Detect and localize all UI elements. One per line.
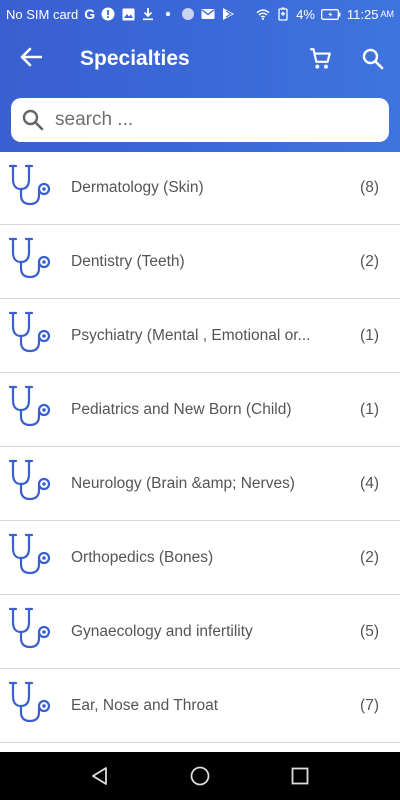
mail-icon [201,7,215,21]
wifi-icon [256,7,270,21]
status-bar: No SIM card G 4% 11:25 AM [0,0,400,28]
specialty-name: Dermatology (Skin) [71,179,204,196]
list-item-orthopedics[interactable]: Orthopedics (Bones) (2) [0,521,400,595]
specialty-name: Orthopedics (Bones) [71,548,214,566]
search-button[interactable] [358,44,388,74]
stethoscope-icon [8,681,51,723]
specialty-name: Pediatrics and New Born (Child) [71,400,292,418]
alert-icon [101,7,115,21]
clock-time: 11:25 [346,6,379,22]
app-header: No SIM card G 4% 11:25 AM Specialties se… [0,0,400,152]
search-input[interactable] [53,108,357,132]
doctor-count: (5) [360,622,379,640]
download-icon [141,7,155,21]
list-item-gynaecology[interactable]: Gynaecology and infertility (5) [0,595,400,669]
battery-percent: 4% [296,6,315,22]
search-box[interactable] [11,98,389,142]
specialty-name: Psychiatry (Mental , Emotional or... [71,326,311,344]
arrow-back-icon [20,47,42,67]
specialty-name: Neurology (Brain &amp; Nerves) [71,474,295,492]
circle-icon [181,7,195,21]
stethoscope-icon [8,607,51,649]
battery-icon [320,7,341,21]
doctor-count: (4) [360,474,379,492]
list-item-pediatrics[interactable]: Pediatrics and New Born (Child) (1) [0,373,400,447]
specialty-name: Gynaecology and infertility [71,622,253,640]
specialty-name: Ear, Nose and Throat [71,696,219,714]
doctor-count: (1) [360,400,379,418]
battery-saver-icon [276,7,290,21]
nav-back-button[interactable] [88,764,112,788]
nav-home-button[interactable] [188,764,212,788]
stethoscope-icon [8,533,51,575]
list-item-psychiatry[interactable]: Psychiatry (Mental , Emotional or... (1) [0,299,400,373]
doctor-count: (7) [360,696,379,714]
list-item-dentistry[interactable]: Dentistry (Teeth) (2) [0,225,400,299]
play-store-icon [221,7,235,21]
doctor-count: (2) [360,252,379,270]
dot-icon [161,7,175,21]
doctor-count: (8) [360,179,379,196]
stethoscope-icon [8,385,51,427]
carrier-text: No SIM card [6,6,79,22]
search-field-icon [22,109,44,131]
list-item-ent[interactable]: Ear, Nose and Throat (7) [0,669,400,743]
clock-ampm: AM [380,9,395,19]
stethoscope-icon [8,459,51,501]
square-recents-icon [291,767,309,785]
system-nav-bar [0,752,400,800]
cart-button[interactable] [304,44,336,74]
image-icon [121,7,135,21]
stethoscope-icon [8,164,51,206]
status-right: 4% 11:25 AM [256,7,394,22]
doctor-count: (1) [360,326,379,344]
stethoscope-icon [8,237,51,279]
circle-home-icon [190,766,210,786]
triangle-back-icon [92,767,107,785]
specialties-list: Dermatology (Skin) (8) Dentistry (Teeth)… [0,152,400,743]
stethoscope-icon [8,311,51,353]
page-title: Specialties [80,47,190,70]
cart-icon [310,48,331,69]
doctor-count: (2) [360,548,379,566]
list-item-dermatology[interactable]: Dermatology (Skin) (8) [0,152,400,225]
status-left: No SIM card G [6,6,235,22]
search-icon [362,48,384,70]
google-icon: G [84,6,96,22]
specialty-name: Dentistry (Teeth) [71,252,185,270]
list-item-neurology[interactable]: Neurology (Brain &amp; Nerves) (4) [0,447,400,521]
nav-recents-button[interactable] [288,764,312,788]
back-button[interactable] [16,42,46,72]
